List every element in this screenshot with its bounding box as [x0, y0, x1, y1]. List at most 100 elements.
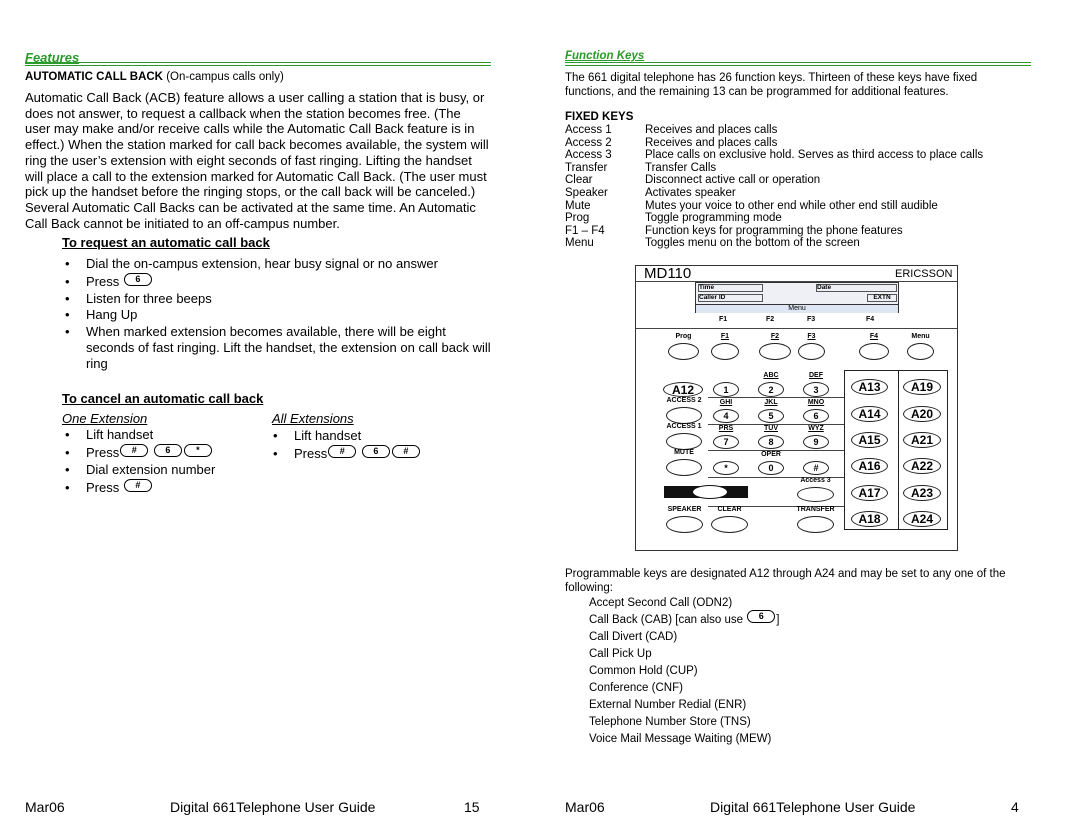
item-text: Call Back (CAB) [can also use: [589, 614, 744, 626]
display-caller-id: Caller ID: [698, 294, 763, 302]
phone-key-a15[interactable]: A15: [851, 432, 888, 448]
heading-rule: [25, 62, 491, 66]
phone-key-menu[interactable]: [907, 343, 934, 360]
phone-key-a21[interactable]: A21: [903, 432, 941, 448]
cancel-heading: To cancel an automatic call back: [62, 391, 264, 406]
request-step: • Dial the on-campus extension, hear busy…: [65, 256, 438, 271]
fixed-key-name: Menu: [565, 237, 594, 250]
fixed-key-desc: Transfer Calls: [645, 161, 717, 174]
para-line: Call Back cannot be initiated to an off-…: [25, 215, 340, 231]
fixed-key-desc: Toggles menu on the bottom of the screen: [645, 237, 860, 250]
acb-paragraph: Automatic Call Back (ACB) feature allows…: [25, 90, 489, 231]
phone-key-k3[interactable]: 3: [803, 382, 829, 397]
phone-key-f1[interactable]: [711, 343, 739, 360]
display-date: Date: [816, 284, 897, 292]
all-ext-step: • Press # 6 #: [273, 445, 421, 461]
acb-note: (On-campus calls only): [163, 71, 284, 83]
phone-key-caption: MUTE: [674, 449, 694, 456]
phone-key-k0[interactable]: 0: [758, 461, 784, 475]
phone-key-khash[interactable]: #: [803, 461, 829, 475]
fixed-key-desc: Disconnect active call or operation: [645, 174, 821, 187]
phone-key-prog[interactable]: [668, 343, 699, 360]
step-text: Dial extension number: [86, 462, 216, 477]
step-text: ring: [86, 356, 108, 371]
bullet: •: [65, 324, 70, 339]
para-line: ring the user’s extension with eight sec…: [25, 152, 472, 168]
key-hash-icon: #: [120, 444, 149, 458]
phone-key-a12[interactable]: A12: [663, 382, 703, 397]
phone-key-transfer[interactable]: [797, 516, 834, 533]
para-line: does not answer, to request a callback w…: [25, 105, 461, 121]
phone-key-caption: F4: [869, 333, 879, 340]
phone-diagram: MD110 ERICSSON Time Date Caller ID EXTN …: [635, 265, 958, 551]
phone-key-k2[interactable]: 2: [758, 382, 784, 397]
fixed-key-name: Mute: [565, 199, 591, 212]
phone-key-k1[interactable]: 1: [713, 382, 739, 397]
phone-key-acc3[interactable]: [797, 487, 834, 502]
phone-brand: ERICSSON: [895, 268, 953, 280]
phone-key-speaker[interactable]: [666, 516, 703, 533]
phone-key-caption: Access 3: [800, 477, 831, 484]
footer-title: Digital 661Telephone User Guide: [170, 799, 376, 815]
bullet: •: [65, 274, 70, 289]
softkey-label: F1: [719, 316, 728, 323]
phone-key-a23[interactable]: A23: [903, 485, 941, 501]
list-item: Call Divert (CAD): [589, 631, 678, 643]
phone-key-caption: CLEAR: [717, 506, 742, 513]
fixed-key-name: Transfer: [565, 161, 608, 174]
phone-key-a24[interactable]: A24: [903, 511, 941, 527]
step-text: Press: [86, 274, 120, 289]
page-number: 4: [1011, 799, 1019, 815]
phone-key-caption: PRS: [718, 425, 734, 432]
phone-key-k5[interactable]: 5: [758, 409, 784, 423]
step-text: Listen for three beeps: [86, 291, 212, 306]
step-text: When marked extension becomes available,…: [86, 324, 446, 339]
para-line: user may make and/or receive calls while…: [25, 121, 475, 137]
phone-key-a17[interactable]: A17: [851, 485, 888, 501]
step-text: Lift handset: [86, 427, 154, 442]
phone-key-a20[interactable]: A20: [903, 406, 941, 422]
phone-key-k6[interactable]: 6: [803, 409, 829, 423]
phone-key-acc2[interactable]: [666, 407, 702, 424]
fixed-keys-table: Access 1 Receives and places calls Access …: [565, 124, 983, 250]
phone-key-k4[interactable]: 4: [713, 409, 739, 423]
phone-key-a18[interactable]: A18: [851, 511, 888, 527]
phone-key-kstar[interactable]: *: [713, 461, 739, 475]
fixed-key-name: Access 3: [565, 149, 612, 162]
phone-key-a16[interactable]: A16: [851, 458, 888, 474]
phone-key-clear[interactable]: [711, 516, 748, 533]
step-text: Press: [86, 445, 120, 460]
phone-key-a13[interactable]: A13: [851, 379, 888, 395]
one-ext-step: • Press #: [65, 479, 153, 495]
step-text: Press: [86, 480, 120, 495]
phone-key-caption: JKL: [764, 399, 778, 406]
para-line: effect.) When the station marked for cal…: [25, 137, 489, 153]
para-line: Several Automatic Call Backs can be acti…: [25, 199, 476, 215]
bullet: •: [273, 446, 278, 461]
phone-key-caption: OPER: [761, 451, 781, 458]
phone-display: Time Date Caller ID EXTN Menu: [695, 282, 899, 313]
phone-key-k9[interactable]: 9: [803, 435, 829, 449]
phone-key-a19[interactable]: A19: [903, 379, 941, 395]
phone-key-a22[interactable]: A22: [903, 458, 941, 474]
request-heading: To request an automatic call back: [62, 235, 270, 250]
keypad-divider: [708, 397, 844, 398]
list-item: Call Pick Up: [589, 648, 652, 660]
key-star-icon: *: [183, 444, 212, 458]
para-line: Automatic Call Back (ACB) feature allows…: [25, 90, 485, 105]
phone-key-f3[interactable]: [798, 343, 825, 360]
phone-key-f4[interactable]: [859, 343, 889, 360]
fixed-key-row: Speaker Activates speaker: [565, 187, 983, 200]
step-text: Dial the on-campus extension, hear busy …: [86, 256, 438, 271]
fixed-key-name: F1 – F4: [565, 224, 605, 237]
phone-key-mute[interactable]: [666, 459, 702, 476]
phone-key-k8[interactable]: 8: [758, 435, 784, 449]
phone-key-a14[interactable]: A14: [851, 406, 888, 422]
item-text: ]: [776, 614, 780, 626]
volume-slider-handle[interactable]: [692, 485, 728, 499]
bullet: •: [65, 427, 70, 442]
fixed-key-row: Clear Disconnect active call or operation: [565, 174, 983, 187]
phone-key-f2[interactable]: [759, 343, 791, 360]
phone-key-k7[interactable]: 7: [713, 435, 739, 449]
phone-key-acc1[interactable]: [666, 433, 702, 450]
